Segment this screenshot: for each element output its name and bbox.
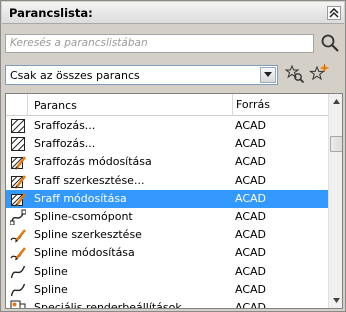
table-row[interactable]: Spline ACAD (6, 263, 328, 281)
spline-edit-icon (10, 247, 26, 261)
command-source: ACAD (235, 173, 267, 187)
scrollbar-thumb[interactable] (330, 136, 342, 152)
command-name: Spline-csomópont (34, 209, 133, 223)
command-list-panel: Parancslista: Keresés a parancslistában … (0, 0, 346, 312)
command-source: ACAD (235, 246, 267, 260)
collapse-button[interactable] (327, 6, 341, 20)
find-star-icon[interactable] (285, 64, 305, 84)
command-name: Sraffozás módosítása (34, 155, 152, 169)
table-body: Sraffozás... ACAD Sraffozás... ACAD Sraffozá… (6, 117, 328, 309)
command-name: Spline (34, 264, 68, 278)
search-placeholder: Keresés a parancslistában (10, 37, 148, 49)
filter-dropdown[interactable]: Csak az összes parancs (5, 65, 278, 85)
spline-icon (10, 265, 26, 278)
command-name: Spline módosítása (34, 246, 135, 260)
command-source: ACAD (235, 119, 267, 132)
icon-column-header[interactable] (6, 94, 28, 116)
command-table: Parancs Forrás Sraffozás... ACAD Sraffozás… (5, 93, 343, 309)
command-source: ACAD (235, 228, 267, 242)
hatch-icon (11, 119, 25, 133)
command-name: Sraffozás... (34, 137, 96, 151)
panel-title: Parancslista: (9, 6, 93, 20)
spline-knot-icon (10, 209, 26, 225)
column-header-source[interactable]: Forrás (232, 94, 270, 116)
hatch-icon (11, 137, 25, 152)
table-header: Parancs Forrás (6, 94, 328, 116)
table-row[interactable]: Spline szerkesztése ACAD (6, 226, 328, 244)
column-header-command[interactable]: Parancs (34, 99, 77, 112)
panel-titlebar: Parancslista: (2, 2, 344, 24)
new-star-icon[interactable] (308, 63, 330, 85)
table-row[interactable]: Speciális renderbeállítások ACAD (6, 299, 328, 309)
vertical-scrollbar[interactable] (328, 94, 342, 308)
command-name: Sraffozás... (34, 119, 96, 132)
command-name: Speciális renderbeállítások (34, 300, 182, 309)
command-source: ACAD (235, 155, 267, 169)
filter-selected-value: Csak az összes parancs (10, 69, 140, 82)
table-row[interactable]: Sraffozás... ACAD (6, 135, 328, 153)
hatch-edit-icon (11, 174, 26, 189)
table-row[interactable]: Spline módosítása ACAD (6, 244, 328, 262)
search-input[interactable]: Keresés a parancslistában (5, 34, 314, 53)
scroll-down-button[interactable] (329, 293, 342, 308)
search-icon[interactable] (320, 33, 340, 53)
dropdown-arrow[interactable] (260, 67, 276, 83)
command-source: ACAD (235, 264, 267, 278)
table-row[interactable]: Spline ACAD (6, 281, 328, 299)
command-source: ACAD (235, 137, 267, 151)
table-row[interactable]: Spline-csomópont ACAD (6, 208, 328, 226)
scroll-up-button[interactable] (329, 94, 342, 109)
command-name: Sraff szerkesztése... (34, 173, 145, 187)
table-row[interactable]: Sraff szerkesztése... ACAD (6, 172, 328, 190)
double-chevron-up-icon (329, 8, 339, 18)
scroll-up-icon (333, 99, 340, 104)
table-row[interactable]: Sraffozás módosítása ACAD (6, 153, 328, 171)
table-row[interactable]: Sraffozás... ACAD (6, 117, 328, 135)
spline-icon (10, 283, 26, 296)
command-source: ACAD (235, 300, 267, 309)
command-name: Spline szerkesztése (34, 228, 142, 242)
spline-edit-icon (10, 229, 26, 243)
table-row[interactable]: Sraff módosítása ACAD (6, 189, 328, 208)
command-name: Sraff módosítása (34, 191, 127, 205)
chevron-down-icon (264, 72, 272, 77)
hatch-edit-icon (11, 193, 26, 207)
hatch-edit-icon (11, 156, 26, 171)
command-source: ACAD (235, 191, 267, 205)
command-name: Spline (34, 282, 68, 296)
scroll-down-icon (333, 298, 340, 303)
render-settings-icon (10, 300, 26, 308)
command-source: ACAD (235, 209, 267, 223)
command-source: ACAD (235, 282, 267, 296)
